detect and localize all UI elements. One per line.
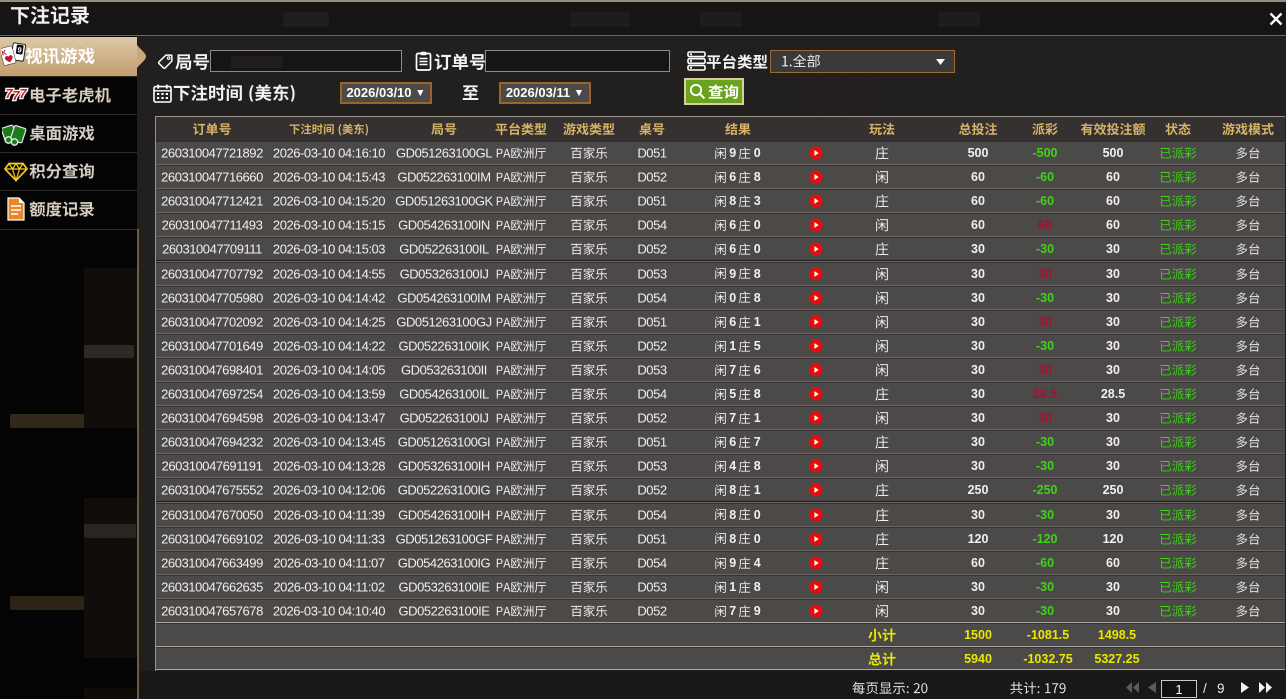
svg-text:7: 7 (19, 86, 27, 101)
